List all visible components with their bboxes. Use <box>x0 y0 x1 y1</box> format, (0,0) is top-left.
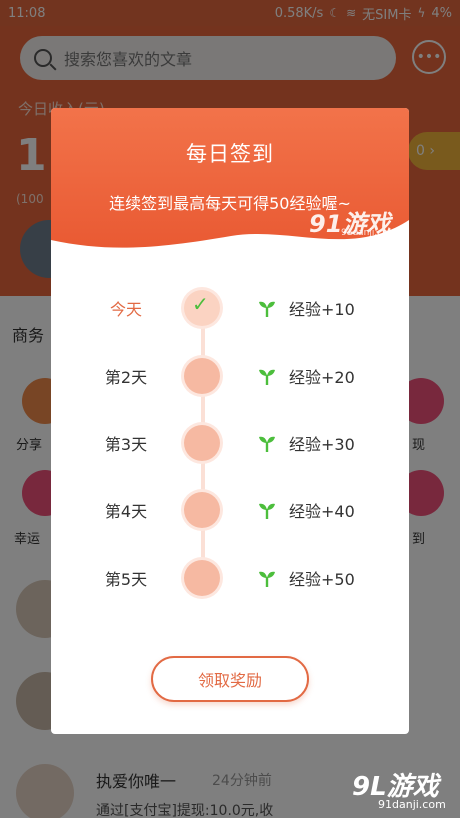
sprout-icon <box>259 436 275 452</box>
check-icon: ✓ <box>192 292 209 316</box>
modal-header: 每日签到 连续签到最高每天可得50经验喔~ <box>51 108 409 268</box>
day-row: 第5天 经验+50 <box>51 556 409 600</box>
day-row: 今天 ✓ 经验+10 <box>51 286 409 330</box>
sprout-icon <box>259 369 275 385</box>
day-label: 第4天 <box>104 502 148 521</box>
day-dot <box>184 492 220 528</box>
day-label: 第2天 <box>104 368 148 387</box>
modal-title: 每日签到 <box>186 142 274 166</box>
sprout-icon <box>259 503 275 519</box>
header-wave <box>51 108 409 248</box>
claim-reward-button[interactable]: 领取奖励 <box>151 656 309 702</box>
reward-label: 经验+40 <box>289 502 355 521</box>
reward-label: 经验+30 <box>289 435 355 454</box>
sprout-icon <box>259 571 275 587</box>
watermark-url: 91danji.com <box>341 228 397 238</box>
sprout-icon <box>259 301 275 317</box>
day-dot <box>184 425 220 461</box>
reward-label: 经验+50 <box>289 570 355 589</box>
day-row: 第2天 经验+20 <box>51 354 409 398</box>
day-row: 第3天 经验+30 <box>51 421 409 465</box>
signin-modal: 每日签到 连续签到最高每天可得50经验喔~ 91游戏 91danji.com 今… <box>51 108 409 734</box>
day-dot <box>184 560 220 596</box>
reward-label: 经验+20 <box>289 368 355 387</box>
day-row: 第4天 经验+40 <box>51 488 409 532</box>
day-label: 今天 <box>109 300 142 319</box>
reward-label: 经验+10 <box>289 300 355 319</box>
day-dot <box>184 358 220 394</box>
day-label: 第3天 <box>104 435 148 454</box>
day-dot: ✓ <box>184 290 220 326</box>
day-label: 第5天 <box>104 570 148 589</box>
watermark-url-bottom: 91danji.com <box>378 798 446 811</box>
